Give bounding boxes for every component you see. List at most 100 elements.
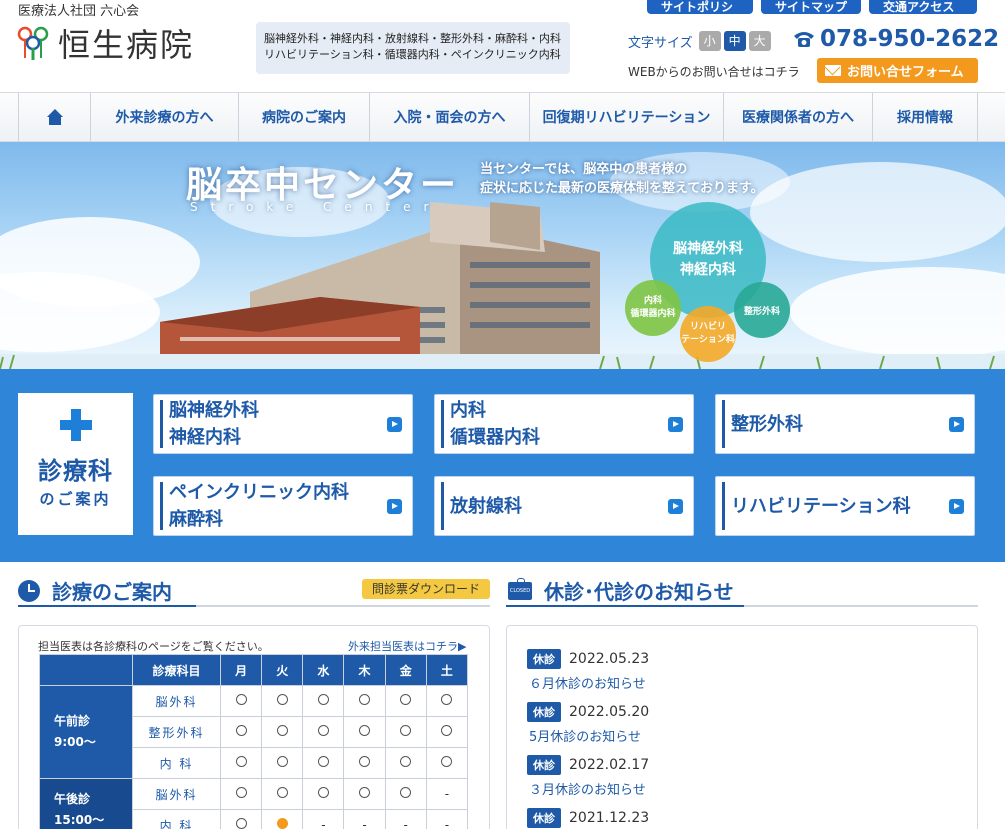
status-closed: - — [384, 809, 427, 829]
nav-rehabilitation[interactable]: 回復期リハビリテーション — [530, 93, 724, 141]
arrow-right-icon — [668, 416, 683, 432]
questionnaire-download-button[interactable]: 問診票ダウンロード — [362, 579, 490, 599]
status-open — [384, 778, 427, 810]
schedule-header-tue: 火 — [261, 654, 304, 686]
table-row: 午前診 9:00〜 脳外科 — [39, 685, 469, 779]
departments-section: 診療科 のご案内 脳神経外科 神経内科 内科 循環器内科 整形外科 ペインクリニ… — [0, 369, 1005, 562]
bubble-neurosurgery-line-2: 神経内科 — [680, 262, 736, 278]
department-card-internal-medicine[interactable]: 内科 循環器内科 — [434, 394, 694, 454]
status-open — [219, 747, 263, 779]
status-open — [343, 685, 386, 717]
notice-badge: 休診 — [527, 702, 561, 722]
department-card-radiology[interactable]: 放射線科 — [434, 476, 694, 536]
row-dept: 脳外科 — [132, 685, 221, 717]
notice-link[interactable]: ３月休診のお知らせ — [527, 779, 649, 798]
notice-link[interactable]: 5月休診のお知らせ — [527, 726, 649, 745]
nav-recruit[interactable]: 採用情報 — [873, 93, 978, 141]
font-size-large-button[interactable]: 大 — [748, 31, 771, 51]
department-card-label: 放射線科 — [444, 493, 668, 520]
nav-admission[interactable]: 入院・面会の方へ — [370, 93, 530, 141]
arrow-right-icon — [668, 498, 683, 514]
morning-time: 9:00〜 — [54, 735, 96, 749]
notice-link[interactable]: ６月休診のお知らせ — [527, 673, 649, 692]
status-open — [219, 685, 263, 717]
department-card-line-1: 放射線科 — [450, 495, 522, 517]
nav-home[interactable] — [19, 93, 91, 141]
schedule-header-wed: 水 — [302, 654, 345, 686]
consultation-title: 診療のご案内 — [52, 580, 172, 604]
hero-subtitle: Stroke Center — [190, 200, 442, 214]
nav-hospital-info[interactable]: 病院のご案内 — [239, 93, 370, 141]
hospital-logo[interactable]: 恒生病院 — [16, 20, 194, 66]
departments-intro: 診療科 のご案内 — [18, 393, 133, 535]
list-item: 休診 2022.05.23 ６月休診のお知らせ — [527, 649, 649, 692]
hero-description: 当センターでは、脳卒中の患者様の 症状に応じた最新の医療体制を整えております。 — [480, 160, 764, 198]
department-card-label: ペインクリニック内科 麻酔科 — [163, 479, 387, 533]
department-card-neurosurgery[interactable]: 脳神経外科 神経内科 — [153, 394, 413, 454]
font-size-medium-button[interactable]: 中 — [723, 31, 746, 51]
status-closed: - — [425, 809, 469, 829]
status-closed: - — [343, 809, 386, 829]
tab-sitemap[interactable]: サイトマップ — [761, 0, 861, 14]
notices-title: 休診･代診のお知らせ — [544, 580, 734, 604]
doctor-schedule-link[interactable]: 外来担当医表はコチラ▶ — [348, 638, 466, 654]
notice-date: 2022.02.17 — [569, 757, 650, 773]
afternoon-label: 午後診 — [54, 791, 91, 806]
status-open — [425, 685, 469, 717]
department-card-orthopedics[interactable]: 整形外科 — [715, 394, 975, 454]
schedule-corner-cell — [39, 654, 133, 686]
status-open — [343, 747, 386, 779]
tab-site-policy[interactable]: サイトポリシー — [647, 0, 753, 31]
status-open — [425, 747, 469, 779]
font-size-switcher: 文字サイズ 小 中 大 — [628, 31, 771, 51]
bubble-rehabilitation-line-1: リハビリ — [689, 322, 726, 332]
department-card-pain-clinic[interactable]: ペインクリニック内科 麻酔科 — [153, 476, 413, 536]
status-open — [261, 685, 304, 717]
afternoon-time: 15:00〜 — [54, 812, 105, 827]
row-dept: 内 科 — [132, 747, 221, 779]
tab-access[interactable]: 交通アクセス — [869, 0, 977, 14]
status-open — [302, 778, 345, 810]
mail-icon — [825, 65, 841, 76]
top-tabs: サイトポリシー サイトマップ 交通アクセス — [647, 0, 977, 31]
phone-number[interactable]: 078-950-2622 — [792, 26, 999, 52]
department-list-box: 脳神経外科・神経内科・放射線科・整形外科・麻酔科・内科 リハビリテーション科・循… — [256, 22, 570, 74]
bubble-neurosurgery-line-1: 脳神経外科 — [673, 241, 743, 257]
list-item: 休診 2022.05.20 5月休診のお知らせ — [527, 702, 649, 745]
logo-mark-icon — [16, 24, 50, 62]
font-size-label: 文字サイズ — [628, 35, 693, 51]
status-open — [343, 716, 386, 748]
arrow-right-icon — [387, 416, 402, 432]
nav-medical-professionals[interactable]: 医療関係者の方へ — [724, 93, 873, 141]
contact-form-button[interactable]: お問い合せフォーム — [817, 58, 978, 83]
bubble-internal-medicine: 内科 循環器内科 — [625, 280, 681, 336]
department-list-line-1: 脳神経外科・神経内科・放射線科・整形外科・麻酔科・内科 — [264, 32, 561, 45]
status-open — [384, 685, 427, 717]
morning-period-cell: 午前診 9:00〜 — [39, 685, 133, 779]
bubble-orthopedics: 整形外科 — [734, 282, 790, 338]
home-icon — [46, 109, 64, 125]
bubble-internal-medicine-line-1: 内科 — [643, 296, 662, 306]
clock-icon — [18, 579, 40, 602]
schedule-header-row: 診療科目 月 火 水 木 金 土 — [39, 654, 469, 686]
arrow-right-icon — [949, 416, 964, 432]
status-open — [261, 778, 304, 810]
row-dept: 整形外科 — [132, 716, 221, 748]
status-open — [384, 716, 427, 748]
notice-date: 2022.05.23 — [569, 651, 650, 667]
bubble-internal-medicine-line-2: 循環器内科 — [630, 309, 676, 319]
phone-icon — [794, 32, 814, 47]
status-open — [425, 716, 469, 748]
department-card-line-2: 麻酔科 — [169, 509, 223, 530]
department-card-rehabilitation[interactable]: リハビリテーション科 — [715, 476, 975, 536]
status-open — [384, 747, 427, 779]
bubble-orthopedics-line-1: 整形外科 — [743, 306, 780, 317]
hero-banner[interactable]: 脳卒中センター Stroke Center 当センターでは、脳卒中の患者様の 症… — [0, 142, 1005, 369]
font-size-small-button[interactable]: 小 — [698, 31, 721, 51]
department-card-label: 内科 循環器内科 — [444, 397, 668, 451]
nav-outpatient[interactable]: 外来診療の方へ — [91, 93, 239, 141]
notice-date: 2022.05.20 — [569, 704, 650, 720]
list-item: 休診 2022.02.17 ３月休診のお知らせ — [527, 755, 649, 798]
contact-form-label: お問い合せフォーム — [847, 65, 964, 80]
phone-number-text: 078-950-2622 — [820, 26, 1000, 52]
